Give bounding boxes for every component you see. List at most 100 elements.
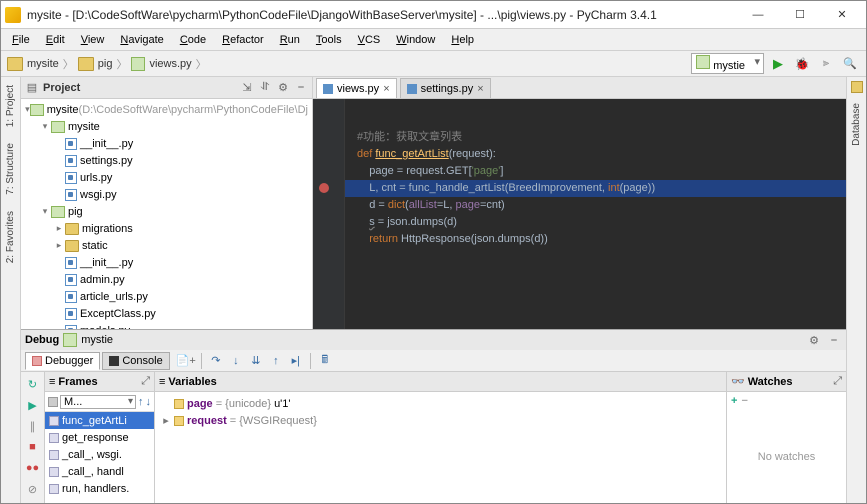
frame-row[interactable]: _call_, handl (45, 463, 154, 480)
tree-row[interactable]: admin.py (21, 271, 312, 288)
tree-row[interactable]: ▸migrations (21, 220, 312, 237)
run-config-select[interactable]: mystie (691, 53, 764, 74)
code-line[interactable]: #功能：获取文章列表 (345, 129, 846, 146)
search-button[interactable]: 🔍 (840, 54, 860, 74)
twistie-icon[interactable]: ▸ (53, 223, 65, 234)
tree-row[interactable]: ▾pig (21, 203, 312, 220)
hide-icon[interactable]: ⎯ (294, 81, 308, 95)
menu-navigate[interactable]: Navigate (113, 32, 170, 48)
debug-button[interactable]: 🐞 (792, 54, 812, 74)
code-line[interactable]: d = dict(allList=L, page=cnt) (345, 197, 846, 214)
code-gutter[interactable] (313, 99, 345, 329)
code-line[interactable]: def func_getArtList(request): (345, 146, 846, 163)
menu-refactor[interactable]: Refactor (215, 32, 271, 48)
close-icon[interactable]: × (383, 83, 389, 95)
breakpoint-icon[interactable] (319, 183, 329, 193)
gear-icon[interactable]: ⚙ (806, 332, 822, 348)
menu-view[interactable]: View (74, 32, 112, 48)
run-button[interactable]: ▶ (768, 54, 788, 74)
tree-row[interactable]: article_urls.py (21, 288, 312, 305)
gear-icon[interactable]: ⚙ (276, 81, 290, 95)
restore-icon[interactable]: ⤢ (141, 375, 150, 388)
debug-body: ↻ ▶ ∥ ■ ●● ⊘ ≡Frames⤢ M... ↑ ↓ func_getA… (21, 372, 846, 503)
force-step-into-button[interactable]: ⇊ (247, 352, 265, 370)
menu-file[interactable]: File (5, 32, 37, 48)
side-tab-database[interactable]: Database (849, 99, 864, 150)
code-line[interactable]: page = request.GET['page'] (345, 163, 846, 180)
frame-row[interactable]: run, handlers. (45, 480, 154, 497)
minimize-icon[interactable]: ⎯ (826, 332, 842, 348)
step-into-button[interactable]: ↓ (227, 352, 245, 370)
code-line[interactable]: L, cnt = func_handle_artList(BreedImprov… (345, 180, 846, 197)
mute-breakpoints-button[interactable]: ⊘ (24, 480, 42, 498)
project-tree[interactable]: ▾mysite (D:\CodeSoftWare\pycharm\PythonC… (21, 99, 312, 329)
editor-tab[interactable]: settings.py× (400, 78, 491, 98)
frame-row[interactable]: get_response (45, 429, 154, 446)
menu-run[interactable]: Run (273, 32, 307, 48)
code-line[interactable]: return HttpResponse(json.dumps(d)) (345, 231, 846, 248)
restore-icon[interactable]: ⤢ (833, 375, 842, 388)
variable-row[interactable]: page = {unicode} u'1' (161, 395, 720, 412)
minimize-button[interactable]: — (738, 3, 778, 27)
view-breakpoints-button[interactable]: ●● (24, 459, 42, 477)
add-watch-button[interactable]: + (731, 395, 737, 407)
frame-row[interactable]: _call_, wsgi. (45, 446, 154, 463)
scroll-icon[interactable]: ⥯ (258, 81, 272, 95)
tab-console[interactable]: Console (102, 352, 169, 370)
twistie-icon[interactable]: ▾ (39, 121, 51, 132)
tree-row[interactable]: models.py (21, 322, 312, 329)
close-button[interactable]: ✕ (822, 3, 862, 27)
twistie-icon[interactable]: ▸ (53, 240, 65, 251)
menu-code[interactable]: Code (173, 32, 213, 48)
tree-row[interactable]: __init__.py (21, 254, 312, 271)
side-tab[interactable]: 1: Project (3, 81, 18, 131)
side-tab[interactable]: 7: Structure (3, 139, 18, 199)
menu-window[interactable]: Window (389, 32, 442, 48)
run-arrow-button[interactable]: ⫸ (816, 54, 836, 74)
thread-select[interactable]: M... (60, 395, 136, 409)
tree-row[interactable]: wsgi.py (21, 186, 312, 203)
twistie-icon[interactable]: ▾ (39, 206, 51, 217)
breadcrumb-root[interactable]: mysite (27, 58, 59, 70)
next-frame-button[interactable]: ↓ (146, 396, 152, 408)
variable-row[interactable]: ▸ request = {WSGIRequest} (161, 412, 720, 429)
output-icon[interactable]: 📄+ (176, 354, 196, 367)
tab-debugger[interactable]: Debugger (25, 352, 100, 370)
frame-list[interactable]: func_getArtLiget_response_call_, wsgi._c… (45, 412, 154, 503)
frame-row[interactable]: func_getArtLi (45, 412, 154, 429)
run-to-cursor-button[interactable]: ▸| (287, 352, 305, 370)
tree-row[interactable]: urls.py (21, 169, 312, 186)
database-icon[interactable] (851, 81, 863, 93)
tree-row[interactable]: settings.py (21, 152, 312, 169)
code-line[interactable]: s = json.dumps(d) (345, 214, 846, 231)
tree-row[interactable]: ▸static (21, 237, 312, 254)
tree-row[interactable]: ExceptClass.py (21, 305, 312, 322)
stop-button[interactable]: ■ (24, 438, 42, 456)
side-tab[interactable]: 2: Favorites (3, 207, 18, 267)
tree-row[interactable]: __init__.py (21, 135, 312, 152)
menu-edit[interactable]: Edit (39, 32, 72, 48)
menu-vcs[interactable]: VCS (351, 32, 388, 48)
collapse-icon[interactable]: ⇲ (240, 81, 254, 95)
step-over-button[interactable]: ↷ (207, 352, 225, 370)
breadcrumb-file[interactable]: views.py (149, 58, 191, 70)
step-out-button[interactable]: ↑ (267, 352, 285, 370)
tree-row[interactable]: ▾mysite (D:\CodeSoftWare\pycharm\PythonC… (21, 101, 312, 118)
close-icon[interactable]: × (477, 83, 483, 95)
code-text[interactable]: #功能：获取文章列表def func_getArtList(request): … (345, 99, 846, 329)
menu-help[interactable]: Help (444, 32, 481, 48)
resume-button[interactable]: ▶ (24, 396, 42, 414)
code-editor[interactable]: #功能：获取文章列表def func_getArtList(request): … (313, 99, 846, 329)
variables-list[interactable]: page = {unicode} u'1'▸ request = {WSGIRe… (155, 392, 726, 503)
editor-tab[interactable]: views.py× (316, 78, 397, 98)
breadcrumb-mid[interactable]: pig (98, 58, 113, 70)
twistie-icon[interactable]: ▸ (161, 414, 171, 427)
pause-button[interactable]: ∥ (24, 417, 42, 435)
tree-row[interactable]: ▾mysite (21, 118, 312, 135)
menu-tools[interactable]: Tools (309, 32, 349, 48)
maximize-button[interactable]: ☐ (780, 3, 820, 27)
remove-watch-button[interactable]: − (741, 395, 747, 407)
evaluate-button[interactable]: 🖩 (316, 352, 334, 370)
prev-frame-button[interactable]: ↑ (138, 396, 144, 408)
rerun-button[interactable]: ↻ (24, 375, 42, 393)
